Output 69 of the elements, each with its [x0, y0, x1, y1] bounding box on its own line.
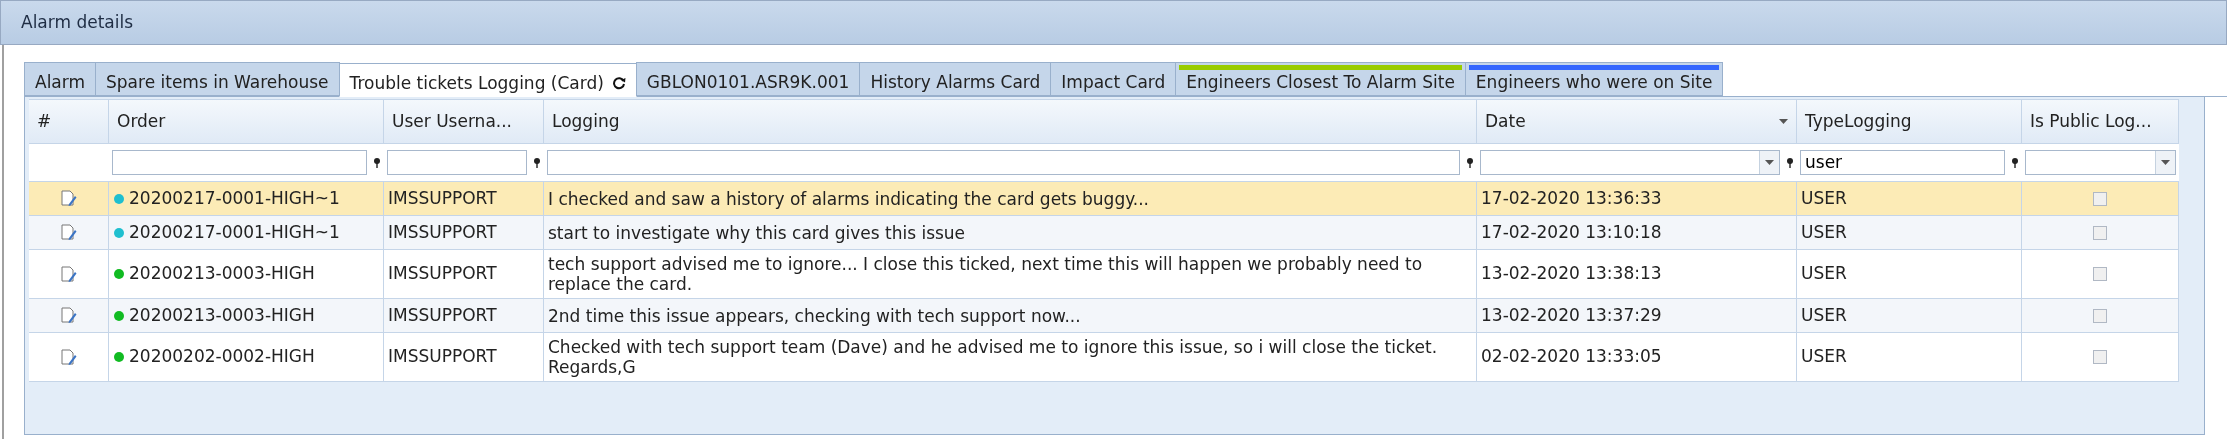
edit-document-icon[interactable]	[60, 348, 77, 366]
table-cell-text: IMSSUPPORT	[388, 303, 497, 327]
sort-caret-icon[interactable]	[1779, 118, 1788, 125]
table-cell: I checked and saw a history of alarms indicating the card gets buggy...	[548, 188, 1150, 209]
filter-field[interactable]	[547, 150, 1460, 175]
filter-icon[interactable]	[533, 156, 541, 169]
table-cell-text: 13-02-2020 13:37:29	[1481, 303, 1662, 327]
table-cell-text: IMSSUPPORT	[388, 262, 497, 286]
column-header[interactable]: Is Public Log...	[2022, 100, 2179, 143]
checkbox[interactable]	[2093, 191, 2107, 206]
table-cell-text: USER	[1801, 186, 1847, 210]
table-cell-text: 20200217-0001-HIGH~1	[129, 220, 340, 244]
filter-icon[interactable]	[373, 156, 381, 169]
column-header[interactable]: Date	[1477, 100, 1797, 143]
table-row[interactable]: 20200213-0003-HIGH IMSSUPPORT 2nd time this issue appears, checking with tech support now... 13-02-2020 13:37:29 USER	[29, 299, 2179, 333]
column-header[interactable]: Order	[109, 100, 384, 143]
panel-title: Alarm details	[21, 10, 134, 34]
tab[interactable]: GBLON0101.ASR9K.001	[635, 62, 861, 96]
dropdown-caret-icon[interactable]	[1765, 159, 1774, 166]
edit-document-icon[interactable]	[60, 265, 77, 283]
edit-document-icon[interactable]	[60, 307, 77, 324]
table-cell-text: 20200213-0003-HIGH	[129, 303, 315, 327]
tab[interactable]: Engineers who were on Site	[1464, 62, 1724, 96]
table-cell: start to investigate why this card gives this issue	[548, 222, 966, 243]
table-cell-text: IMSSUPPORT	[388, 220, 497, 244]
tab[interactable]: Alarm	[24, 62, 97, 96]
table-cell-text: tech support advised me to ignore... I close this ticked, next time this will happen we probably need to replace the card.	[548, 254, 1424, 294]
table-cell-text: IMSSUPPORT	[388, 186, 497, 210]
table-cell-text: USER	[1801, 303, 1847, 327]
checkbox[interactable]	[2093, 267, 2107, 281]
filter-field[interactable]	[387, 150, 527, 175]
column-header[interactable]: TypeLogging	[1797, 100, 2022, 143]
table-cell-text: USER	[1801, 262, 1847, 286]
table-cell-text: USER	[1801, 220, 1847, 244]
dropdown-caret-icon[interactable]	[2161, 159, 2170, 166]
table-cell: 2nd time this issue appears, checking with tech support now...	[548, 305, 1081, 326]
tab[interactable]: Engineers Closest To Alarm Site	[1175, 62, 1466, 96]
tab[interactable]: History Alarms Card	[859, 62, 1052, 96]
table-cell-text: 20200213-0003-HIGH	[129, 262, 315, 286]
table-row[interactable]: 20200202-0002-HIGH IMSSUPPORT Checked with tech support team (Dave) and he advised me to ignore this issue, so i will close the ticket. Regards,G 02-02-2020 13:33:05 USER	[29, 333, 2179, 382]
column-header[interactable]: #	[29, 100, 109, 143]
table-cell-text: USER	[1801, 345, 1847, 369]
table-cell-text: 17-02-2020 13:10:18	[1481, 220, 1662, 244]
table-row[interactable]: 20200217-0001-HIGH~1 IMSSUPPORT start to investigate why this card gives this issue 17-02-2020 13:10:18 USER	[29, 216, 2179, 250]
table-cell-text: 13-02-2020 13:38:13	[1481, 262, 1662, 286]
column-header[interactable]: User Userna...	[384, 100, 544, 143]
edit-document-icon[interactable]	[60, 224, 77, 241]
filter-icon[interactable]	[1466, 156, 1474, 169]
tab[interactable]: Impact Card	[1050, 62, 1177, 96]
filter-icon[interactable]	[2011, 156, 2019, 169]
checkbox[interactable]	[2093, 350, 2107, 364]
filter-field[interactable]: user	[1800, 150, 2005, 175]
table-cell-text: 20200217-0001-HIGH~1	[129, 186, 340, 210]
table-row[interactable]: 20200217-0001-HIGH~1 IMSSUPPORT I checked and saw a history of alarms indicating the card gets buggy... 17-02-2020 13:36:33 USER	[29, 182, 2179, 216]
tab[interactable]: Spare items in Warehouse	[95, 62, 340, 96]
tab[interactable]: Trouble tickets Logging (Card)	[338, 63, 637, 97]
checkbox[interactable]	[2093, 225, 2107, 240]
refresh-icon[interactable]	[611, 76, 626, 91]
edit-document-icon[interactable]	[60, 190, 77, 207]
table-cell: Checked with tech support team (Dave) and he advised me to ignore this issue, so i will close the ticket. Regards,G	[548, 337, 1438, 377]
table-cell-text: 17-02-2020 13:36:33	[1481, 186, 1662, 210]
table-cell-text: IMSSUPPORT	[388, 345, 497, 369]
filter-icon[interactable]	[1786, 156, 1794, 169]
table-row[interactable]: 20200213-0003-HIGH IMSSUPPORT tech support advised me to ignore... I close this ticked, next time this will happen we probably need to replace the card. 13-02-2020 13:38:13 USER	[29, 250, 2179, 299]
filter-field[interactable]	[112, 150, 367, 175]
table-cell-text: 20200202-0002-HIGH	[129, 345, 315, 369]
checkbox[interactable]	[2093, 308, 2107, 323]
table-cell-text: 02-02-2020 13:33:05	[1481, 345, 1662, 369]
column-header[interactable]: Logging	[544, 100, 1477, 143]
